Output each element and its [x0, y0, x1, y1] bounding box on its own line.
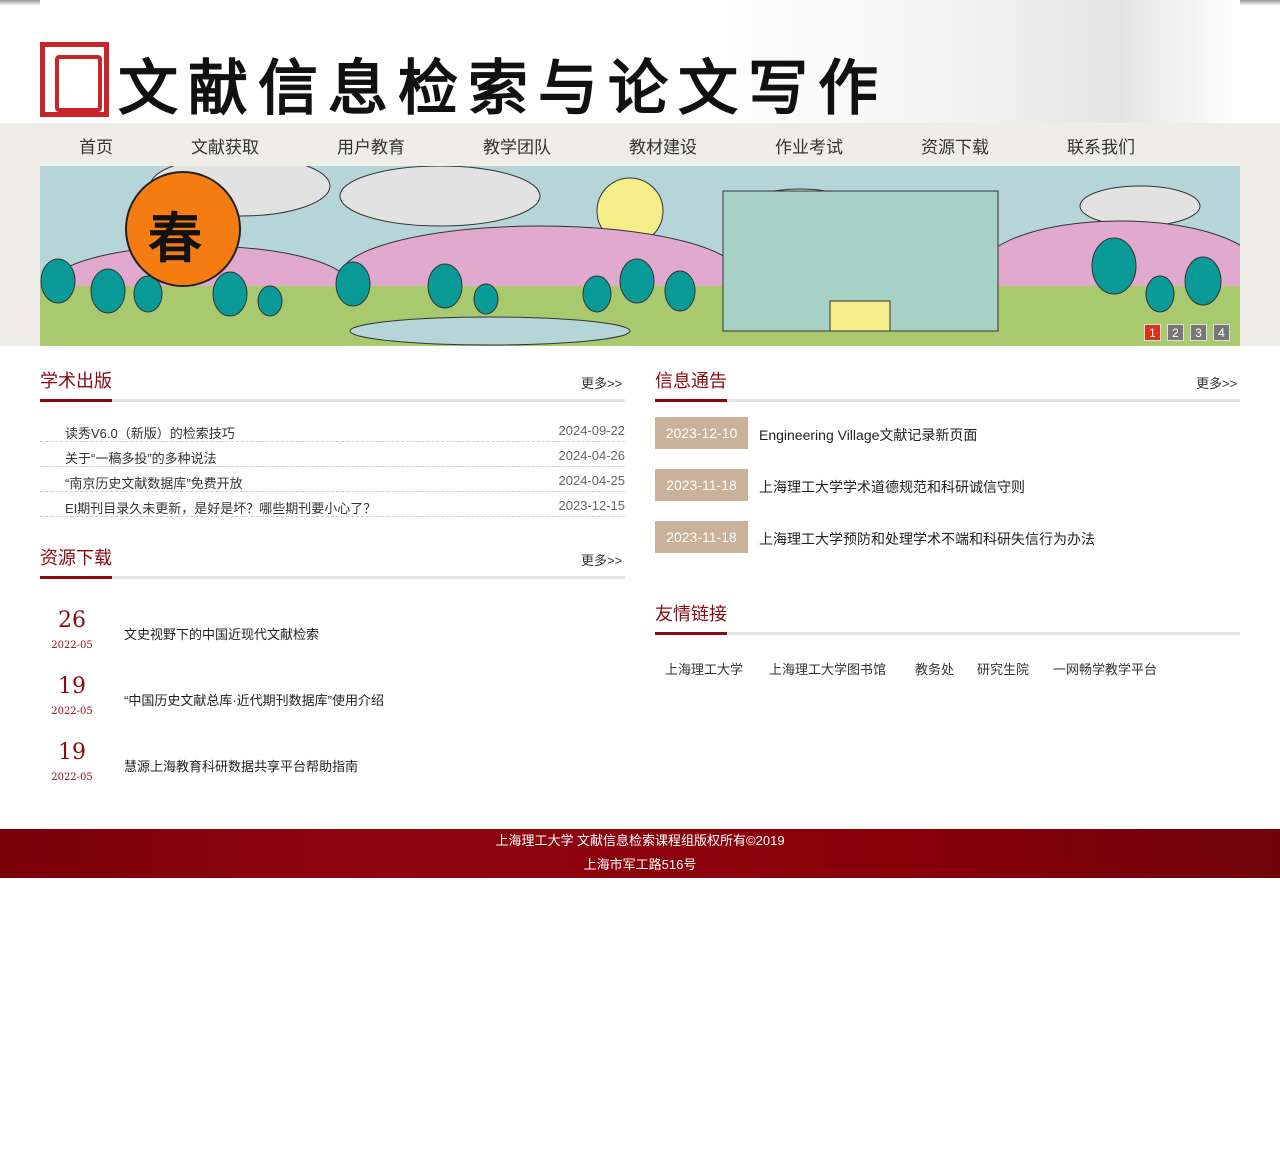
logo-seal-icon [40, 42, 109, 117]
resource-day: 26 [58, 608, 86, 633]
notice-item: 2023-12-10 Engineering Village文献记录新页面 [655, 417, 1240, 449]
news-date: 2024-04-26 [558, 448, 626, 463]
resource-item: 19 2022-05 “中国历史文献总库·近代期刊数据库”使用介绍 [40, 674, 625, 724]
news-item: EI期刊目录久未更新，是好是坏？哪些期刊要小心了？ 2023-12-15 [40, 492, 625, 517]
notice-date: 2023-12-10 [655, 417, 748, 449]
resource-month: 2022-05 [51, 772, 93, 783]
news-date: 2023-12-15 [558, 498, 626, 513]
academic-more-link[interactable]: 更多>> [581, 373, 622, 392]
footer-address: 上海市军工路516号 [583, 857, 697, 872]
friend-link[interactable]: 研究生院 [977, 659, 1029, 678]
resources-title: 资源下载 [40, 548, 112, 568]
resource-month: 2022-05 [51, 640, 93, 651]
section-divider [40, 399, 625, 402]
notice-link[interactable]: 上海理工大学预防和处理学术不端和科研失信行为办法 [759, 529, 1095, 549]
resource-link[interactable]: 文史视野下的中国近现代文献检索 [124, 624, 319, 643]
news-item: 读秀V6.0（新版）的检索技巧 2024-09-22 [40, 417, 625, 442]
carousel-dot[interactable]: 4 [1213, 324, 1230, 341]
resource-item: 26 2022-05 文史视野下的中国近现代文献检索 [40, 608, 625, 658]
news-link[interactable]: EI期刊目录久未更新，是好是坏？哪些期刊要小心了？ [65, 498, 376, 517]
footer: 上海理工大学 文献信息检索课程组版权所有©2019 上海市军工路516号 [0, 829, 1280, 878]
carousel-pager: 1 2 3 4 [1144, 324, 1230, 341]
nav-team[interactable]: 教学团队 [483, 133, 551, 158]
footer-copyright: 上海理工大学 文献信息检索课程组版权所有©2019 [495, 833, 785, 848]
news-link[interactable]: “南京历史文献数据库”免费开放 [65, 473, 243, 492]
nav-downloads[interactable]: 资源下载 [921, 133, 989, 158]
section-divider [655, 632, 1240, 635]
notice-date: 2023-11-18 [655, 469, 748, 501]
friend-link[interactable]: 上海理工大学 [665, 659, 743, 678]
header: 文献信息检索与论文写作 [40, 0, 1240, 124]
resource-day: 19 [58, 674, 86, 699]
resource-month: 2022-05 [51, 706, 93, 717]
banner-badge: 春 [148, 206, 202, 270]
notice-item: 2023-11-18 上海理工大学预防和处理学术不端和科研失信行为办法 [655, 521, 1240, 553]
resource-day: 19 [58, 740, 86, 765]
nav-contact[interactable]: 联系我们 [1067, 133, 1135, 158]
carousel-dot[interactable]: 2 [1167, 324, 1184, 341]
news-date: 2024-09-22 [558, 423, 626, 438]
news-link[interactable]: 读秀V6.0（新版）的检索技巧 [65, 423, 235, 442]
news-item: 关于“一稿多投”的多种说法 2024-04-26 [40, 442, 625, 467]
nav-literature[interactable]: 文献获取 [191, 133, 259, 158]
links-title: 友情链接 [655, 604, 727, 624]
section-divider [40, 576, 625, 579]
resource-link[interactable]: 慧源上海教育科研数据共享平台帮助指南 [124, 756, 358, 775]
banner-carousel[interactable]: 春 1 2 3 4 [40, 166, 1240, 346]
carousel-dot[interactable]: 1 [1144, 324, 1161, 341]
site-title: 文献信息检索与论文写作 [118, 54, 888, 124]
notices-more-link[interactable]: 更多>> [1196, 373, 1237, 392]
nav-textbook[interactable]: 教材建设 [629, 133, 697, 158]
nav-user-education[interactable]: 用户教育 [337, 133, 405, 158]
news-item: “南京历史文献数据库”免费开放 2024-04-25 [40, 467, 625, 492]
nav-home[interactable]: 首页 [79, 133, 113, 158]
friend-link[interactable]: 教务处 [915, 659, 954, 678]
notice-link[interactable]: Engineering Village文献记录新页面 [759, 425, 977, 445]
resources-more-link[interactable]: 更多>> [581, 550, 622, 569]
notice-link[interactable]: 上海理工大学学术道德规范和科研诚信守则 [759, 477, 1025, 497]
news-date: 2024-04-25 [558, 473, 626, 488]
banner-illustration [40, 166, 1240, 346]
section-divider [655, 399, 1240, 402]
resource-link[interactable]: “中国历史文献总库·近代期刊数据库”使用介绍 [124, 690, 384, 709]
news-link[interactable]: 关于“一稿多投”的多种说法 [65, 448, 217, 467]
notice-item: 2023-11-18 上海理工大学学术道德规范和科研诚信守则 [655, 469, 1240, 501]
resource-item: 19 2022-05 慧源上海教育科研数据共享平台帮助指南 [40, 740, 625, 790]
carousel-dot[interactable]: 3 [1190, 324, 1207, 341]
notices-title: 信息通告 [655, 371, 727, 391]
notice-date: 2023-11-18 [655, 521, 748, 553]
nav-homework[interactable]: 作业考试 [775, 133, 843, 158]
friend-link[interactable]: 上海理工大学图书馆 [769, 659, 886, 678]
academic-title: 学术出版 [40, 371, 112, 391]
friend-link[interactable]: 一网畅学教学平台 [1053, 659, 1157, 678]
